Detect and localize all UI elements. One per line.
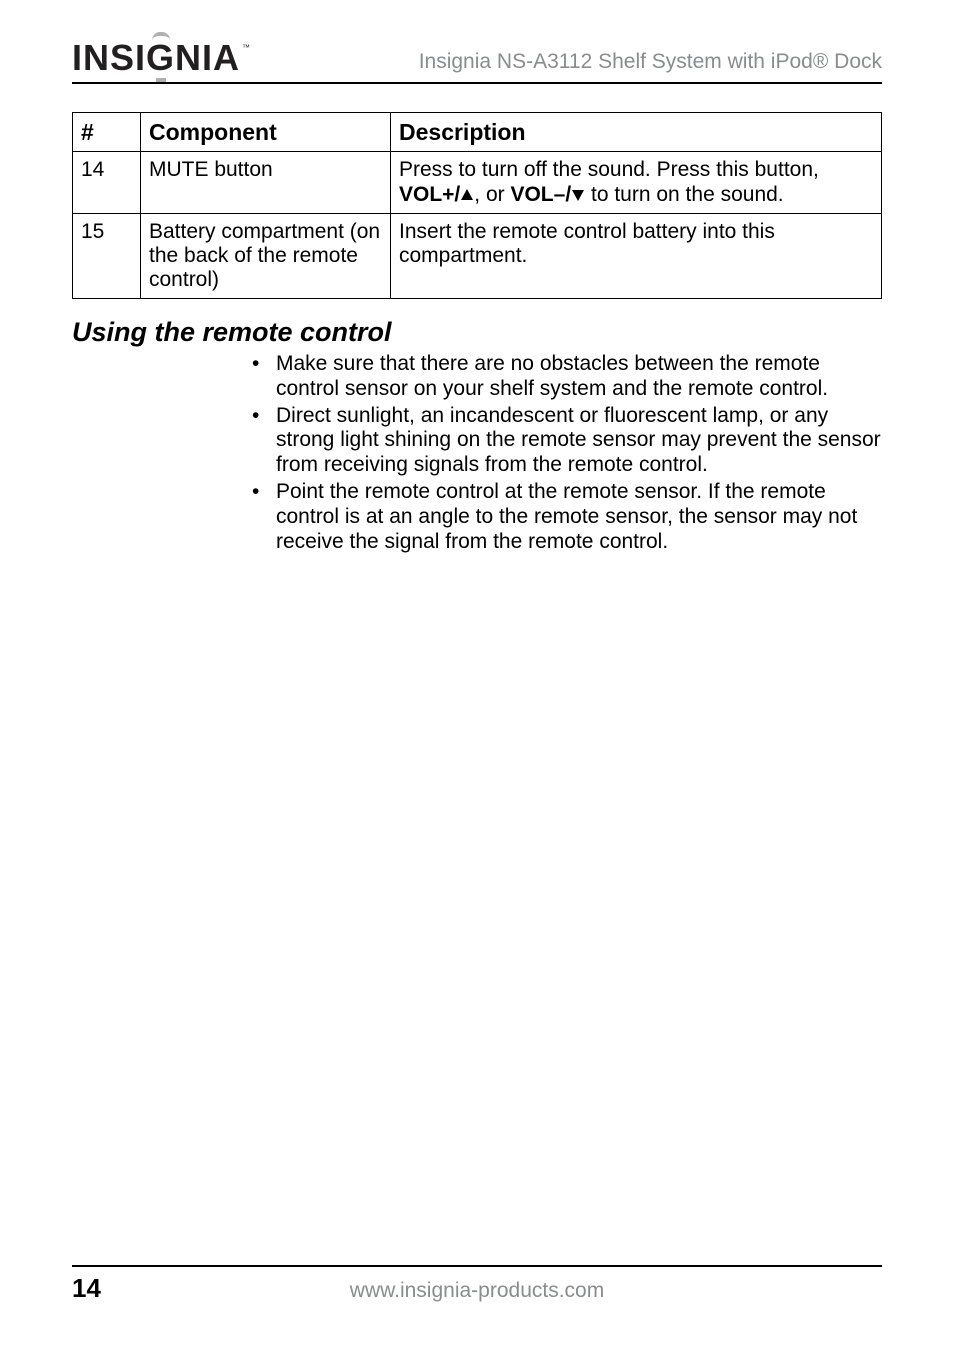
up-triangle-icon [461, 189, 473, 200]
col-header-description: Description [391, 113, 882, 152]
brand-tm: ™ [242, 44, 251, 52]
col-header-component: Component [141, 113, 391, 152]
table-row: 14 MUTE button Press to turn off the sou… [73, 152, 882, 213]
table-row: 15 Battery compartment (on the back of t… [73, 213, 882, 298]
list-item: Make sure that there are no obstacles be… [242, 352, 882, 402]
page-footer: 14 www.insignia-products.com [72, 1265, 882, 1304]
table-header-row: # Component Description [73, 113, 882, 152]
page-header: INSI G NIA ™ Insignia NS-A3112 Shelf Sys… [72, 40, 882, 84]
row-number: 15 [73, 213, 141, 298]
row-number: 14 [73, 152, 141, 213]
document-title: Insignia NS-A3112 Shelf System with iPod… [419, 50, 882, 76]
brand-sub-icon [156, 78, 166, 82]
down-triangle-icon [572, 190, 584, 201]
desc-bold-volminus: VOL–/ [510, 183, 571, 206]
list-item: Direct sunlight, an incandescent or fluo… [242, 404, 882, 478]
row-component: MUTE button [141, 152, 391, 213]
brand-logo: INSI G NIA ™ [72, 40, 251, 76]
components-table: # Component Description 14 MUTE button P… [72, 112, 882, 299]
brand-hat-icon [152, 32, 170, 40]
desc-text: Press to turn off the sound. Press this … [399, 158, 819, 181]
brand-text-pre: INSI [72, 40, 146, 76]
desc-text: to turn on the sound. [585, 183, 783, 206]
desc-bold-volplus: VOL+/ [399, 183, 460, 206]
desc-text: , or [474, 183, 510, 206]
notes-list: Make sure that there are no obstacles be… [72, 352, 882, 554]
footer-url: www.insignia-products.com [72, 1279, 882, 1303]
list-item: Point the remote control at the remote s… [242, 480, 882, 554]
brand-text-post: NIA [175, 40, 240, 76]
row-component: Battery compartment (on the back of the … [141, 213, 391, 298]
brand-g: G [146, 37, 175, 78]
row-description: Insert the remote control battery into t… [391, 213, 882, 298]
row-description: Press to turn off the sound. Press this … [391, 152, 882, 213]
brand-accent: G [146, 40, 175, 76]
section-heading: Using the remote control [72, 317, 882, 348]
col-header-number: # [73, 113, 141, 152]
